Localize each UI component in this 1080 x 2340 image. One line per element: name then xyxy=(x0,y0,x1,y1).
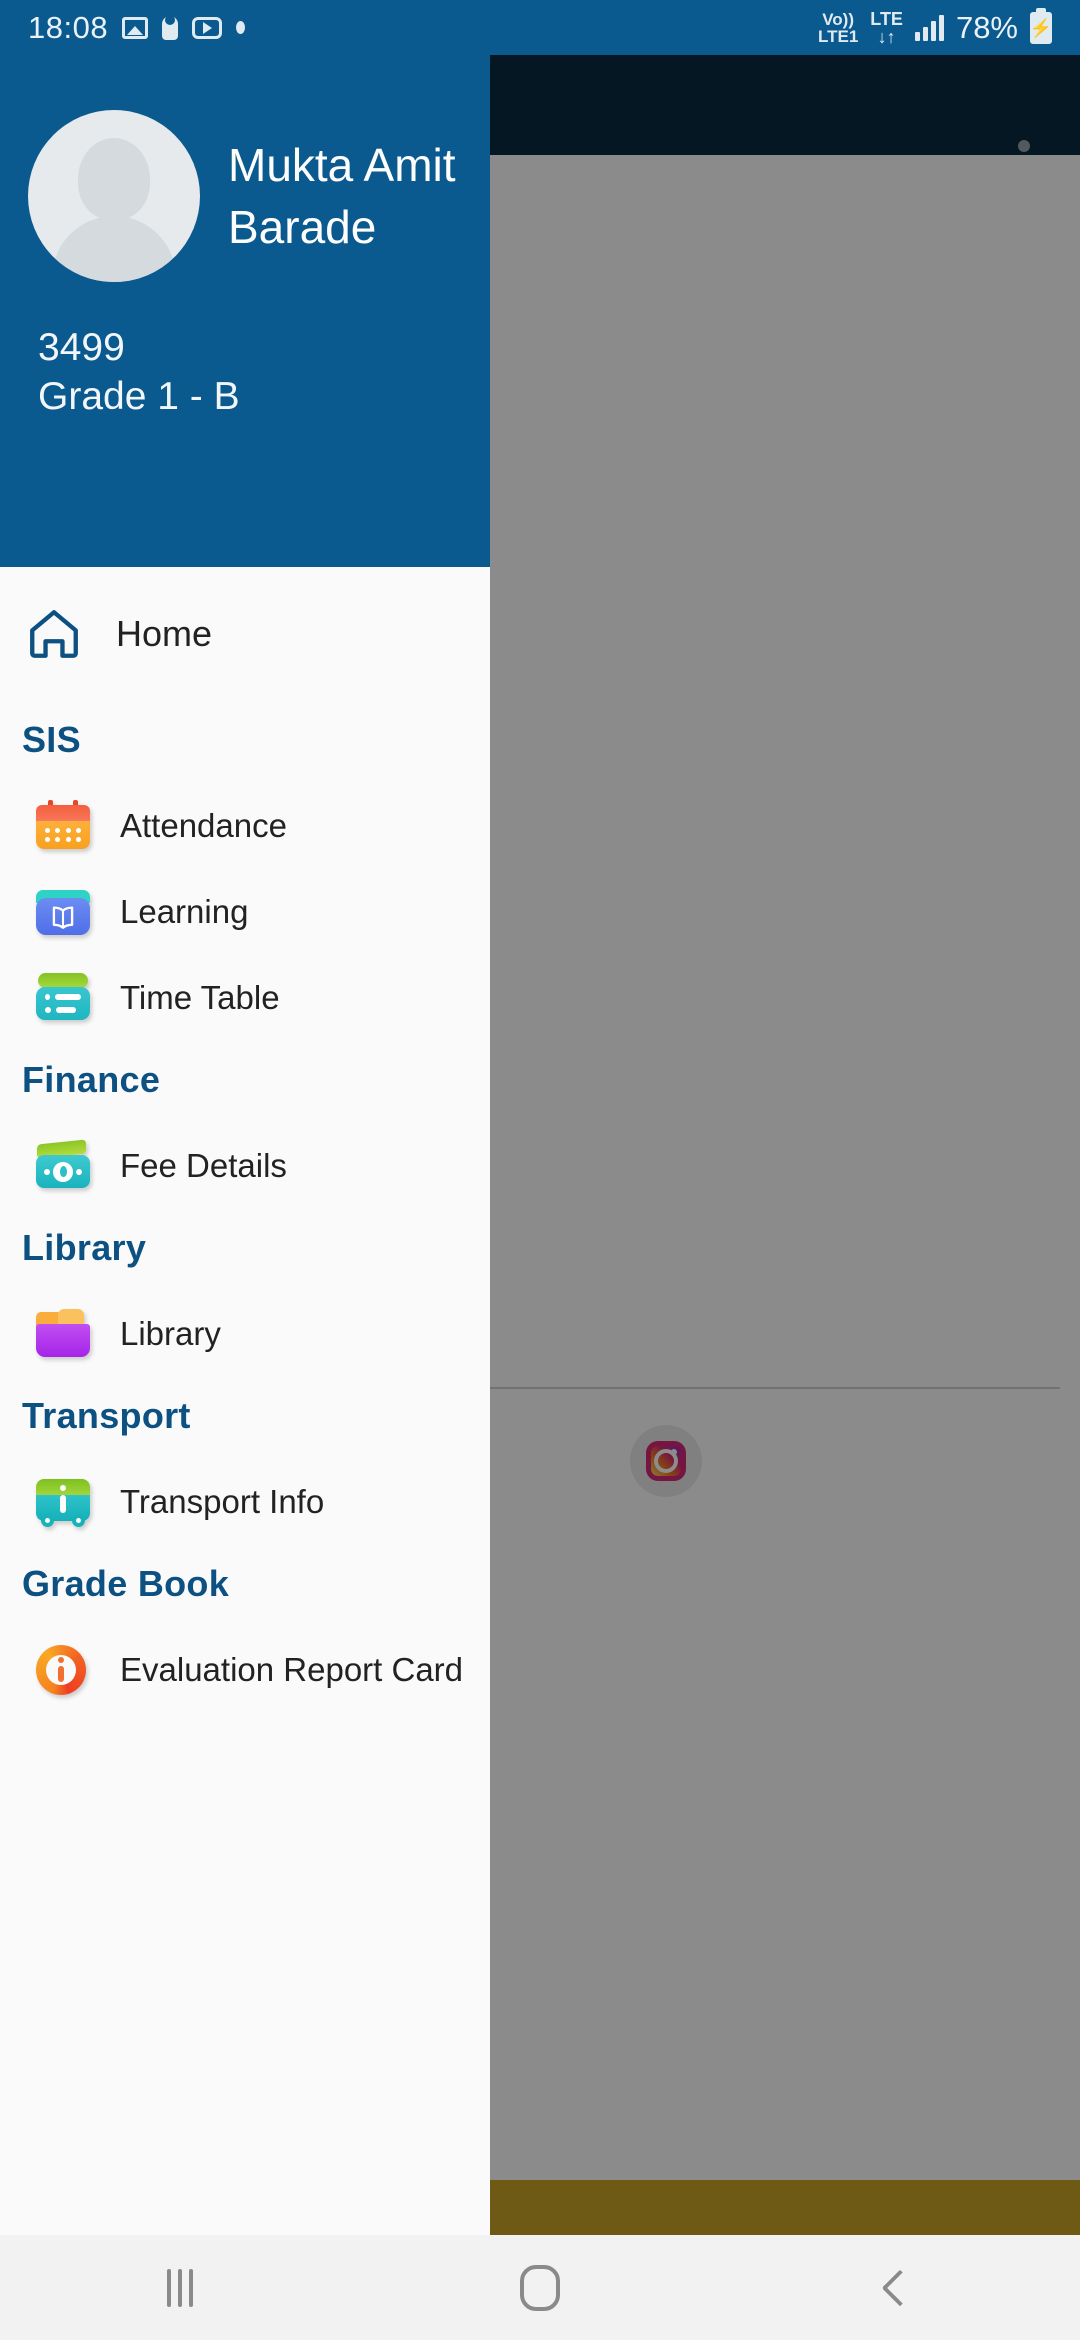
bus-icon xyxy=(34,1475,92,1529)
sidebar-item-library-label: Library xyxy=(120,1315,221,1352)
sidebar-item-transport-info-label: Transport Info xyxy=(120,1483,325,1520)
avatar[interactable] xyxy=(28,110,200,282)
home-icon xyxy=(22,605,86,663)
section-title-grade-book: Grade Book xyxy=(22,1563,230,1604)
back-chevron-icon xyxy=(881,2269,919,2306)
lte-indicator: LTE ↓↑ xyxy=(870,10,903,46)
status-bar-clock: 18:08 xyxy=(28,9,109,45)
volte-indicator: Vo)) LTE1 xyxy=(818,11,858,45)
sidebar-item-evaluation-report-card[interactable]: Evaluation Report Card xyxy=(0,1627,490,1713)
sidebar-item-attendance-label: Attendance xyxy=(120,807,287,844)
recents-button[interactable] xyxy=(135,2253,225,2323)
battery-percent: 78% xyxy=(955,9,1018,45)
contact-icon xyxy=(162,15,179,40)
section-title-transport: Transport xyxy=(22,1395,191,1436)
drawer-bottom-space xyxy=(0,1713,490,1753)
sidebar-item-fee-details[interactable]: Fee Details xyxy=(0,1123,490,1209)
money-icon xyxy=(34,1139,92,1193)
home-button[interactable] xyxy=(495,2253,585,2323)
phone-screen: e 18:08 Vo)) LTE1 xyxy=(0,0,1080,2340)
section-title-finance: Finance xyxy=(22,1059,161,1100)
sidebar-item-home-label: Home xyxy=(116,613,213,654)
sidebar-item-home[interactable]: Home xyxy=(0,567,490,701)
timetable-icon xyxy=(34,971,92,1025)
profile-name: Mukta Amit Barade xyxy=(228,138,456,253)
drawer-menu: Home SIS Attendance Learning Time Table … xyxy=(0,567,490,1753)
sidebar-item-transport-info[interactable]: Transport Info xyxy=(0,1459,490,1545)
section-title-library: Library xyxy=(22,1227,147,1268)
sidebar-item-fee-details-label: Fee Details xyxy=(120,1147,287,1184)
folder-icon xyxy=(34,1307,92,1361)
signal-strength-icon xyxy=(914,14,944,41)
recents-icon xyxy=(167,2268,193,2307)
youtube-icon xyxy=(192,16,223,39)
info-circle-icon xyxy=(34,1643,92,1697)
photos-icon xyxy=(122,16,149,39)
system-navigation-bar xyxy=(0,2235,1080,2340)
sidebar-item-attendance[interactable]: Attendance xyxy=(0,783,490,869)
book-icon xyxy=(34,885,92,939)
sidebar-item-time-table[interactable]: Time Table xyxy=(0,955,490,1041)
lte-line1: LTE xyxy=(870,8,903,29)
home-pill-icon xyxy=(520,2264,560,2311)
navigation-drawer: Mukta Amit Barade 3499 Grade 1 - B Home … xyxy=(0,55,490,2235)
calendar-icon xyxy=(34,799,92,853)
status-bar: 18:08 Vo)) LTE1 LTE ↓↑ 78% xyxy=(0,0,1080,55)
volte-line1: Vo)) xyxy=(822,9,855,29)
back-button[interactable] xyxy=(855,2253,945,2323)
sidebar-item-evaluation-report-card-label: Evaluation Report Card xyxy=(120,1651,464,1688)
lte-data-arrows: ↓↑ xyxy=(877,26,896,47)
dot-icon xyxy=(236,21,246,34)
sidebar-item-learning-label: Learning xyxy=(120,893,249,930)
sidebar-item-library[interactable]: Library xyxy=(0,1291,490,1377)
section-title-sis: SIS xyxy=(22,719,81,760)
battery-icon xyxy=(1030,11,1052,44)
drawer-header: Mukta Amit Barade 3499 Grade 1 - B xyxy=(0,55,490,567)
student-id: 3499 xyxy=(38,326,125,369)
student-grade: Grade 1 - B xyxy=(38,374,240,418)
sidebar-item-learning[interactable]: Learning xyxy=(0,869,490,955)
volte-line2: LTE1 xyxy=(817,26,859,46)
sidebar-item-time-table-label: Time Table xyxy=(120,979,280,1016)
